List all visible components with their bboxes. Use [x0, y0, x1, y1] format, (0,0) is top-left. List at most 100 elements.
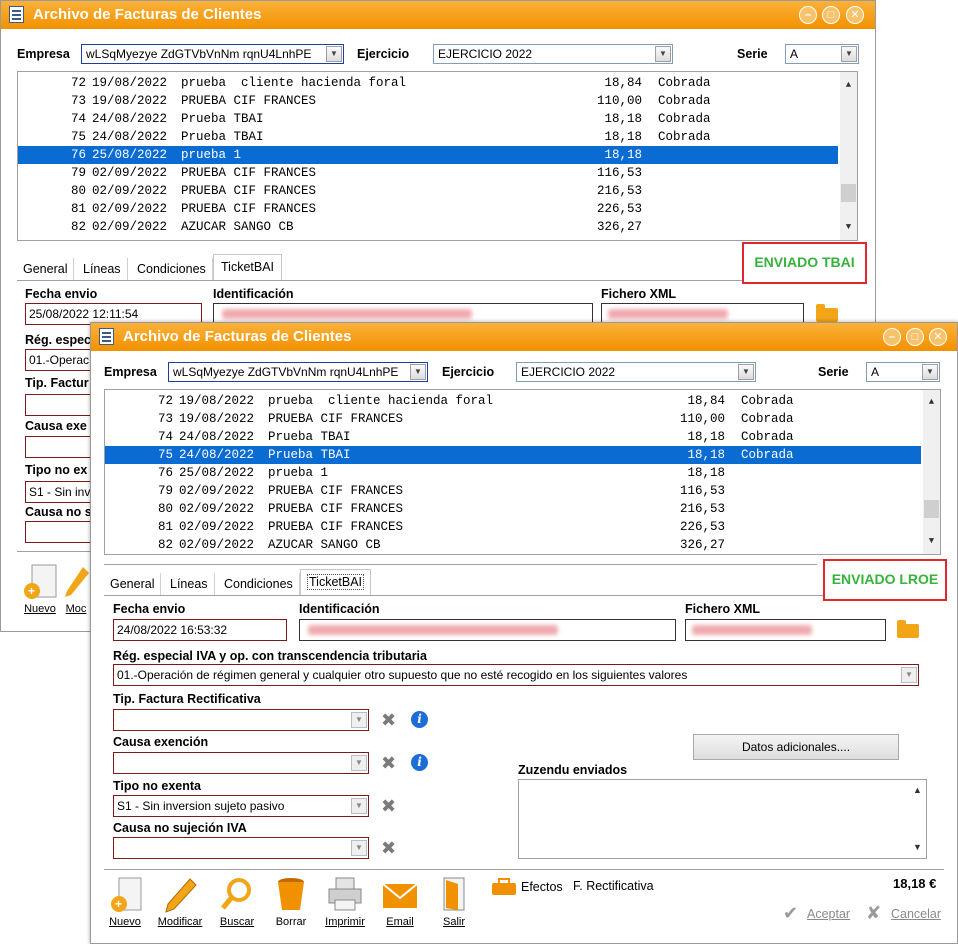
chevron-down-icon[interactable]: ▼: [351, 840, 367, 856]
empresa-select[interactable]: wLSqMyezye ZdGTVbVnNm rqnU4LnhPE ▼: [81, 44, 344, 64]
chevron-down-icon[interactable]: ▼: [410, 364, 426, 380]
front-tab-lineas[interactable]: Líneas: [164, 573, 215, 595]
table-row[interactable]: 74 24/08/2022 Prueba TBAI 18,18 Cobrada: [18, 110, 838, 128]
clear-x-icon[interactable]: ✖: [381, 797, 396, 815]
fecha-envio-field[interactable]: 24/08/2022 16:53:32: [113, 619, 287, 641]
back-tipo-field[interactable]: S1 - Sin inv: [25, 481, 95, 503]
back-tab-ticketbai[interactable]: TicketBAI: [213, 254, 283, 281]
buscar-button[interactable]: Buscar: [212, 876, 262, 928]
chevron-down-icon[interactable]: ▼: [351, 755, 367, 771]
back-nuevo-button[interactable]: + Nuevo: [15, 563, 65, 615]
identificacion-field[interactable]: [299, 619, 676, 641]
maximize-icon[interactable]: □: [822, 6, 840, 24]
scroll-down-icon[interactable]: ▼: [840, 219, 857, 236]
nuevo-button[interactable]: + Nuevo: [100, 876, 150, 928]
table-row[interactable]: 81 02/09/2022 PRUEBA CIF FRANCES 226,53: [18, 200, 838, 218]
table-row[interactable]: 82 02/09/2022 AZUCAR SANGO CB 326,27: [18, 218, 838, 236]
scroll-thumb[interactable]: [841, 184, 856, 202]
datos-adicionales-button[interactable]: Datos adicionales....: [693, 734, 899, 760]
table-row[interactable]: 81 02/09/2022 PRUEBA CIF FRANCES 226,53: [105, 518, 921, 536]
table-row[interactable]: 80 02/09/2022 PRUEBA CIF FRANCES 216,53: [105, 500, 921, 518]
chevron-down-icon[interactable]: ▼: [326, 46, 342, 62]
back-tab-condiciones[interactable]: Condiciones: [131, 258, 213, 280]
minimize-icon[interactable]: –: [799, 6, 817, 24]
fichero-xml-field[interactable]: [685, 619, 886, 641]
scroll-up-icon[interactable]: ▲: [923, 394, 940, 411]
causa-no-sujecion-select[interactable]: ▼: [113, 837, 369, 859]
serie-select[interactable]: A ▼: [785, 44, 859, 64]
minimize-icon[interactable]: –: [883, 328, 901, 346]
tip-factura-select[interactable]: ▼: [113, 709, 369, 731]
chevron-down-icon[interactable]: ▼: [922, 364, 938, 380]
borrar-button[interactable]: Borrar: [266, 876, 316, 928]
chevron-down-icon[interactable]: ▼: [738, 364, 754, 380]
chevron-down-icon[interactable]: ▼: [351, 712, 367, 728]
back-tab-lineas[interactable]: Líneas: [77, 258, 128, 280]
reg-especial-select[interactable]: 01.-Operación de régimen general y cualq…: [113, 664, 919, 686]
clear-x-icon[interactable]: ✖: [381, 711, 396, 729]
table-row[interactable]: 76 25/08/2022 prueba 1 18,18: [105, 464, 921, 482]
ejercicio-select[interactable]: EJERCICIO 2022 ▼: [433, 44, 673, 64]
back-causa-field[interactable]: [25, 436, 95, 458]
table-row[interactable]: 73 19/08/2022 PRUEBA CIF FRANCES 110,00 Cobr…: [105, 410, 921, 428]
imprimir-button[interactable]: Imprimir: [320, 876, 370, 928]
folder-icon[interactable]: [816, 304, 838, 322]
table-row[interactable]: 72 19/08/2022 prueba cliente hacienda fora…: [105, 392, 921, 410]
front-tab-condiciones[interactable]: Condiciones: [218, 573, 300, 595]
briefcase-icon[interactable]: [491, 878, 517, 896]
table-row[interactable]: 80 02/09/2022 PRUEBA CIF FRANCES 216,53: [18, 182, 838, 200]
table-row[interactable]: 74 24/08/2022 Prueba TBAI 18,18 Cobrada: [105, 428, 921, 446]
table-row[interactable]: 76 25/08/2022 prueba 1 18,18: [18, 146, 838, 164]
scroll-up-icon[interactable]: ▲: [840, 77, 857, 94]
modificar-button[interactable]: Modificar: [155, 876, 205, 928]
table-row[interactable]: 79 02/09/2022 PRUEBA CIF FRANCES 116,53: [105, 482, 921, 500]
table-row[interactable]: 73 19/08/2022 PRUEBA CIF FRANCES 110,00 Cobr…: [18, 92, 838, 110]
info-icon[interactable]: i: [411, 711, 428, 728]
close-icon[interactable]: ✕: [846, 6, 864, 24]
table-row[interactable]: 79 02/09/2022 PRUEBA CIF FRANCES 116,53: [18, 164, 838, 182]
chevron-down-icon[interactable]: ▼: [655, 46, 671, 62]
f-rectificativa-link[interactable]: F. Rectificativa: [573, 879, 654, 893]
serie-select[interactable]: A ▼: [866, 362, 940, 382]
chevron-down-icon[interactable]: ▼: [351, 798, 367, 814]
aceptar-button[interactable]: Aceptar: [807, 907, 850, 921]
back-invoice-list[interactable]: 72 19/08/2022 prueba cliente hacienda fora…: [17, 71, 858, 241]
table-row[interactable]: 72 19/08/2022 prueba cliente hacienda fora…: [18, 74, 838, 92]
front-tab-general[interactable]: General: [104, 573, 162, 595]
tipo-no-exenta-select[interactable]: S1 - Sin inversion sujeto pasivo ▼: [113, 795, 369, 817]
email-button[interactable]: Email: [375, 876, 425, 928]
front-title-bar[interactable]: Archivo de Facturas de Clientes – □ ✕: [91, 323, 957, 351]
clear-x-icon[interactable]: ✖: [381, 839, 396, 857]
back-modificar-button[interactable]: Moc: [61, 563, 91, 615]
zuzendu-textarea[interactable]: ▲ ▼: [518, 779, 927, 859]
scroll-thumb[interactable]: [924, 500, 939, 518]
front-invoice-list[interactable]: 72 19/08/2022 prueba cliente hacienda fora…: [104, 389, 941, 555]
back-reg-field[interactable]: 01.-Operac: [25, 349, 95, 371]
back-list-scrollbar[interactable]: ▲ ▼: [840, 72, 857, 240]
back-causa-no-field[interactable]: [25, 521, 95, 543]
scroll-up-icon[interactable]: ▲: [909, 782, 926, 799]
back-tab-general[interactable]: General: [17, 258, 75, 280]
folder-icon[interactable]: [897, 620, 919, 638]
salir-button[interactable]: Salir: [429, 876, 479, 928]
chevron-down-icon[interactable]: ▼: [901, 667, 917, 683]
clear-x-icon[interactable]: ✖: [381, 754, 396, 772]
front-list-scrollbar[interactable]: ▲ ▼: [923, 390, 940, 554]
table-row[interactable]: 75 24/08/2022 Prueba TBAI 18,18 Cobrada: [105, 446, 921, 464]
empresa-select[interactable]: wLSqMyezye ZdGTVbVnNm rqnU4LnhPE ▼: [168, 362, 428, 382]
scroll-down-icon[interactable]: ▼: [909, 839, 926, 856]
maximize-icon[interactable]: □: [906, 328, 924, 346]
info-icon[interactable]: i: [411, 754, 428, 771]
table-row[interactable]: 75 24/08/2022 Prueba TBAI 18,18 Cobrada: [18, 128, 838, 146]
front-tab-ticketbai[interactable]: TicketBAI: [300, 569, 372, 596]
ejercicio-select[interactable]: EJERCICIO 2022 ▼: [516, 362, 756, 382]
chevron-down-icon[interactable]: ▼: [841, 46, 857, 62]
close-icon[interactable]: ✕: [929, 328, 947, 346]
causa-exencion-select[interactable]: ▼: [113, 752, 369, 774]
efectos-link[interactable]: Efectos: [521, 880, 563, 894]
scroll-down-icon[interactable]: ▼: [923, 533, 940, 550]
back-title-bar[interactable]: Archivo de Facturas de Clientes – □ ✕: [1, 1, 875, 29]
zuzendu-scrollbar[interactable]: ▲ ▼: [909, 780, 926, 858]
table-row[interactable]: 82 02/09/2022 AZUCAR SANGO CB 326,27: [105, 536, 921, 554]
back-tip-field[interactable]: [25, 394, 95, 416]
